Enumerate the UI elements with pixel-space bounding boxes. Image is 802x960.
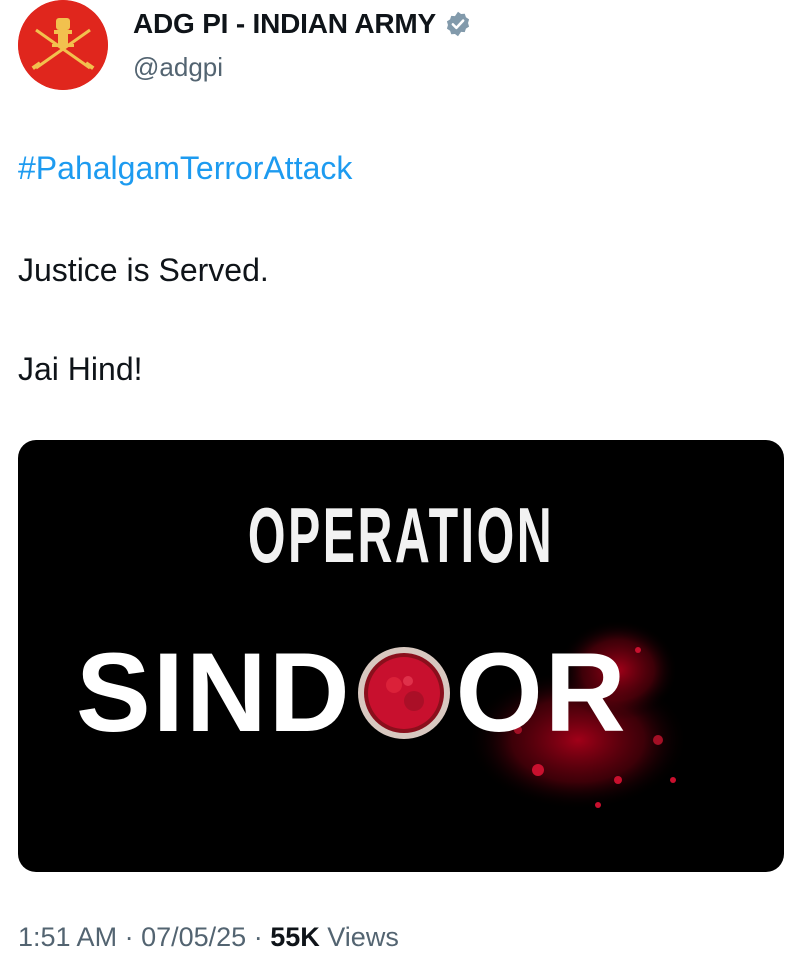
meta-separator: · xyxy=(253,922,263,952)
media-image[interactable]: OPERATION SIND OR xyxy=(18,440,784,872)
sindoor-title-left: SIND xyxy=(76,630,352,755)
tweet-date[interactable]: 07/05/25 xyxy=(141,922,246,952)
tweet-meta: 1:51 AM · 07/05/25 · 55K Views xyxy=(18,922,399,953)
indian-army-emblem-icon xyxy=(18,0,108,90)
operation-title: OPERATION xyxy=(247,491,555,579)
tweet-time[interactable]: 1:51 AM xyxy=(18,922,117,952)
sindoor-title: SIND OR xyxy=(76,628,628,757)
sindoor-title-right: OR xyxy=(455,630,628,755)
hashtag-link[interactable]: #PahalgamTerrorAttack xyxy=(18,150,352,187)
display-name[interactable]: ADG PI - INDIAN ARMY xyxy=(133,8,436,40)
tweet-text-line: Justice is Served. xyxy=(18,252,269,288)
tweet: ADG PI - INDIAN ARMY @adgpi #PahalgamTer… xyxy=(0,0,802,960)
views-count[interactable]: 55K xyxy=(270,922,320,952)
verified-badge-icon xyxy=(444,10,472,38)
author-handle[interactable]: @adgpi xyxy=(133,52,223,83)
sindoor-bowl-icon xyxy=(356,645,452,741)
tweet-text-line: Jai Hind! xyxy=(18,351,143,387)
views-label: Views xyxy=(327,922,399,952)
meta-separator: · xyxy=(124,922,134,952)
avatar[interactable] xyxy=(18,0,108,90)
display-name-row[interactable]: ADG PI - INDIAN ARMY xyxy=(133,6,472,42)
